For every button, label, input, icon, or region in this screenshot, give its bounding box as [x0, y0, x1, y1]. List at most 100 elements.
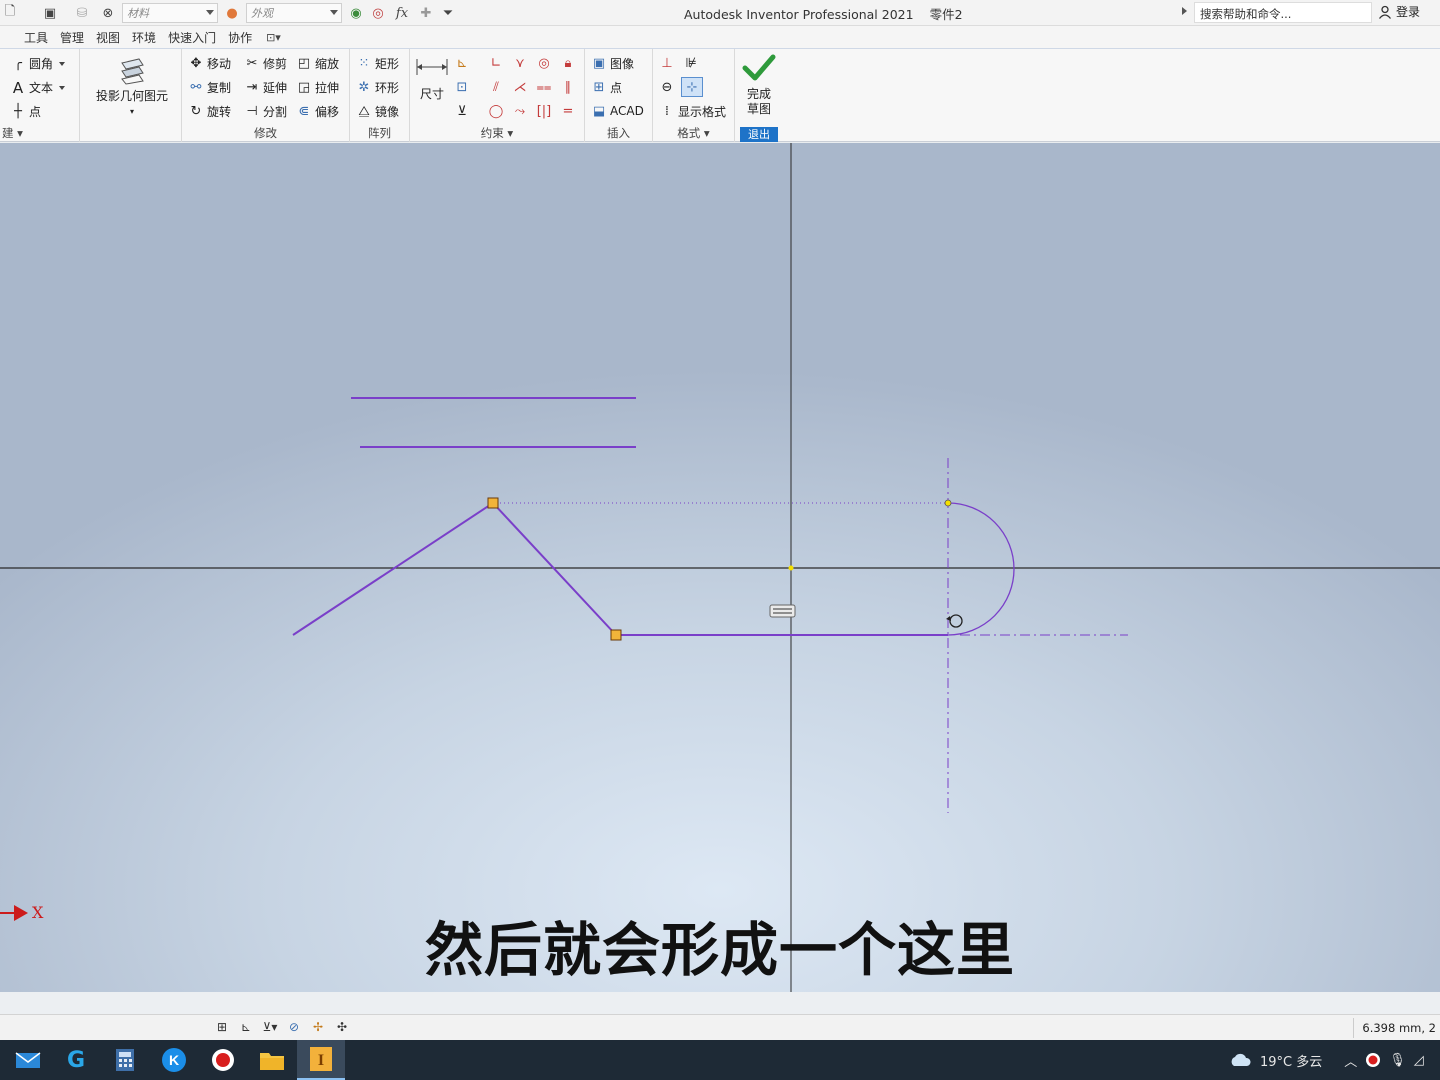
panel-create: ╭ 圆角 A 文本 ┼ 点 建 ▾	[0, 49, 80, 142]
panel-modify: ✥ 移动 ✂ 修剪 ◰ 缩放 ⚯ 复制 ⇥ 延伸 ◲ 拉伸 ↻ 旋转 ⊣ 分割 ⋐ 偏移 修改	[182, 49, 350, 142]
show-format-button[interactable]: ⁞ 显示格式	[659, 103, 726, 120]
offset-icon: ⋐	[298, 104, 310, 119]
vertical-icon[interactable]: ∥	[560, 79, 576, 95]
extend-button[interactable]: ⇥ 延伸	[244, 79, 287, 96]
collinear-icon[interactable]: ⋎	[512, 55, 528, 71]
move-button[interactable]: ✥ 移动	[188, 55, 231, 72]
tab-get-started[interactable]: 快速入门	[162, 29, 222, 46]
tab-collaborate[interactable]: 协作	[222, 29, 258, 46]
dimension-button[interactable]: 尺寸	[414, 55, 450, 102]
smooth-icon[interactable]: ⤳	[512, 103, 528, 119]
extend-icon: ⇥	[246, 80, 258, 95]
driven-dimension-icon[interactable]: ⊯	[683, 55, 699, 71]
insert-image-button[interactable]: ▣ 图像	[591, 55, 634, 72]
concentric-icon[interactable]: ◎	[536, 55, 552, 71]
fillet-button[interactable]: ╭ 圆角	[10, 55, 66, 72]
window-title: Autodesk Inventor Professional 2021 零件2	[684, 4, 963, 23]
scale-button[interactable]: ◰ 缩放	[296, 55, 339, 72]
mirror-button[interactable]: ⧋ 镜像	[356, 103, 399, 120]
record-icon[interactable]	[199, 1040, 247, 1080]
constraint-settings-icon[interactable]: ⊻▾	[262, 1019, 278, 1035]
copy-button[interactable]: ⚯ 复制	[188, 79, 231, 96]
open-dropdown-icon[interactable]: ▣	[42, 5, 58, 21]
text-button[interactable]: A 文本	[10, 79, 66, 97]
symmetric-icon[interactable]: [|]	[536, 103, 552, 119]
coordinate-readout: 6.398 mm, 2	[1353, 1018, 1440, 1038]
construction-icon[interactable]: ⊥	[659, 55, 675, 71]
horizontal-icon[interactable]: ⩵	[536, 79, 552, 95]
coincident-icon[interactable]: ∟	[488, 55, 504, 71]
tab-view[interactable]: 视图	[90, 29, 126, 46]
finish-sketch-button[interactable]: 完成 草图	[737, 53, 781, 117]
folder-icon[interactable]	[248, 1040, 296, 1080]
checkmark-icon	[742, 54, 776, 81]
chevron-up-icon[interactable]: ︿	[1344, 1051, 1357, 1070]
rect-pattern-button[interactable]: ⁙ 矩形	[356, 55, 399, 72]
ribbon-display-toggle-icon[interactable]: ⊡▾	[266, 31, 281, 44]
insert-acad-button[interactable]: ⬓ ACAD	[591, 103, 644, 119]
browser-strip	[0, 992, 1440, 1014]
network-icon[interactable]: ◿	[1414, 1053, 1424, 1068]
panel-format-title[interactable]: 格式 ▾	[653, 125, 734, 141]
split-button[interactable]: ⊣ 分割	[244, 103, 287, 120]
center-sketch-icon[interactable]: ✣	[334, 1019, 350, 1035]
show-format-icon: ⁞	[664, 104, 670, 119]
tab-manage[interactable]: 管理	[54, 29, 90, 46]
tab-environment[interactable]: 环境	[126, 29, 162, 46]
fx-icon[interactable]: fx	[392, 5, 412, 21]
perpendicular-icon[interactable]: ⋌	[512, 79, 528, 95]
point-button[interactable]: ┼ 点	[10, 103, 41, 120]
show-dof-icon[interactable]: ⊘	[286, 1019, 302, 1035]
show-constraints-icon[interactable]: ⊡	[454, 79, 470, 95]
sketch-canvas[interactable]	[0, 143, 1440, 992]
tab-tools[interactable]: 工具	[18, 29, 54, 46]
insert-points-button[interactable]: ⊞ 点	[591, 79, 622, 96]
cloud-icon	[1231, 1053, 1251, 1066]
material-combo[interactable]: 材料	[122, 3, 218, 23]
inventor-icon[interactable]: I	[297, 1040, 345, 1080]
tangent-icon[interactable]: ◯	[488, 103, 504, 119]
mirror-icon: ⧋	[358, 104, 370, 119]
microphone-icon[interactable]: 🎙︎	[1389, 1053, 1406, 1068]
constraint-inference-icon[interactable]: ⊾	[238, 1019, 254, 1035]
help-search-input[interactable]: 搜索帮助和命令...	[1194, 2, 1372, 23]
panel-constrain-title[interactable]: 约束 ▾	[410, 125, 584, 141]
rotate-button[interactable]: ↻ 旋转	[188, 103, 231, 120]
video-subtitle: 然后就会形成一个这里	[424, 916, 1015, 984]
centerpoint-icon[interactable]: ⊹	[681, 77, 703, 97]
panel-create-title[interactable]: 建 ▾	[2, 125, 79, 141]
customize-dropdown-icon[interactable]: ⏷	[440, 5, 456, 21]
parallel-icon[interactable]: ⫽	[488, 79, 504, 95]
panel-insert: ▣ 图像 ⊞ 点 ⬓ ACAD 插入	[585, 49, 653, 142]
centerline-icon[interactable]: ⊖	[659, 79, 675, 95]
stretch-button[interactable]: ◲ 拉伸	[296, 79, 339, 96]
search-expand-icon[interactable]	[1182, 7, 1187, 15]
fillet-icon: ╭	[14, 56, 22, 71]
sketch-viewport[interactable]: X 然后就会形成一个这里	[0, 143, 1440, 992]
weather-text[interactable]: 19°C 多云	[1260, 1051, 1322, 1070]
show-constraints-status-icon[interactable]: ✢	[310, 1019, 326, 1035]
offset-button[interactable]: ⋐ 偏移	[296, 103, 339, 120]
kugou-icon[interactable]: K	[150, 1040, 198, 1080]
equal-icon[interactable]: =	[560, 103, 576, 119]
record-tray-icon[interactable]	[1365, 1052, 1381, 1068]
trim-button[interactable]: ✂ 修剪	[244, 55, 287, 72]
login-button[interactable]: 登录	[1378, 3, 1420, 20]
grid-snap-icon[interactable]: ⊞	[214, 1019, 230, 1035]
relax-constraints-icon[interactable]: ⊻	[454, 103, 470, 119]
auto-dimension-icon[interactable]: ⊾	[454, 55, 470, 71]
new-file-icon[interactable]: 🗋	[2, 4, 18, 21]
appearance-combo[interactable]: 外观	[246, 3, 342, 23]
logitech-icon[interactable]: G	[52, 1040, 100, 1080]
mail-icon[interactable]	[4, 1040, 52, 1080]
plus-icon[interactable]: ✚	[418, 5, 434, 21]
circular-pattern-button[interactable]: ✲ 环形	[356, 79, 399, 96]
fix-icon[interactable]: 🔒︎	[560, 55, 576, 71]
dimension-icon	[416, 59, 448, 75]
adjust-appearance-icon[interactable]: ◉	[348, 5, 364, 21]
material-icon[interactable]: ⊗	[100, 5, 116, 21]
project-geometry-button[interactable]: 投影几何图元 ▾	[90, 55, 174, 119]
clear-appearance-icon[interactable]: ◎	[370, 5, 386, 21]
calculator-icon[interactable]	[101, 1040, 149, 1080]
save-icon[interactable]: ⛁	[74, 5, 90, 21]
